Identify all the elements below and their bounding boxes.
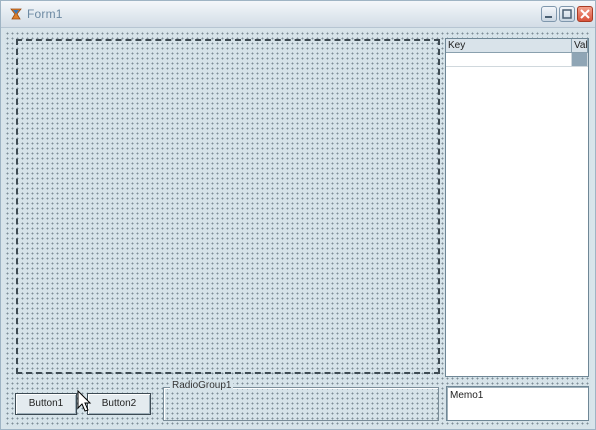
memo-text: Memo1 xyxy=(450,390,484,401)
app-icon xyxy=(9,7,23,21)
button1[interactable]: Button1 xyxy=(15,393,77,415)
close-button[interactable] xyxy=(577,6,593,22)
form-client-area: Key Val Button1 Button2 RadioGroup1 Memo… xyxy=(5,31,591,427)
minimize-button[interactable] xyxy=(541,6,557,22)
form-window: Form1 Key Val Button1 Button2 RadioGroup… xyxy=(0,0,596,430)
column-header-key[interactable]: Key xyxy=(446,39,572,53)
key-cell[interactable] xyxy=(446,53,572,67)
value-list-editor[interactable]: Key Val xyxy=(445,38,589,377)
radio-group-caption: RadioGroup1 xyxy=(170,380,234,391)
table-row[interactable] xyxy=(446,53,588,67)
radio-group[interactable]: RadioGroup1 xyxy=(163,380,439,421)
title-bar[interactable]: Form1 xyxy=(1,1,595,28)
maximize-button[interactable] xyxy=(559,6,575,22)
grid-header: Key Val xyxy=(446,39,588,53)
window-title: Form1 xyxy=(27,7,63,21)
main-panel[interactable] xyxy=(16,39,440,374)
value-cell[interactable] xyxy=(572,53,588,67)
memo-field[interactable]: Memo1 xyxy=(446,386,589,421)
column-header-value[interactable]: Val xyxy=(572,39,588,53)
mouse-pointer-icon xyxy=(77,389,93,414)
button2[interactable]: Button2 xyxy=(87,393,151,415)
